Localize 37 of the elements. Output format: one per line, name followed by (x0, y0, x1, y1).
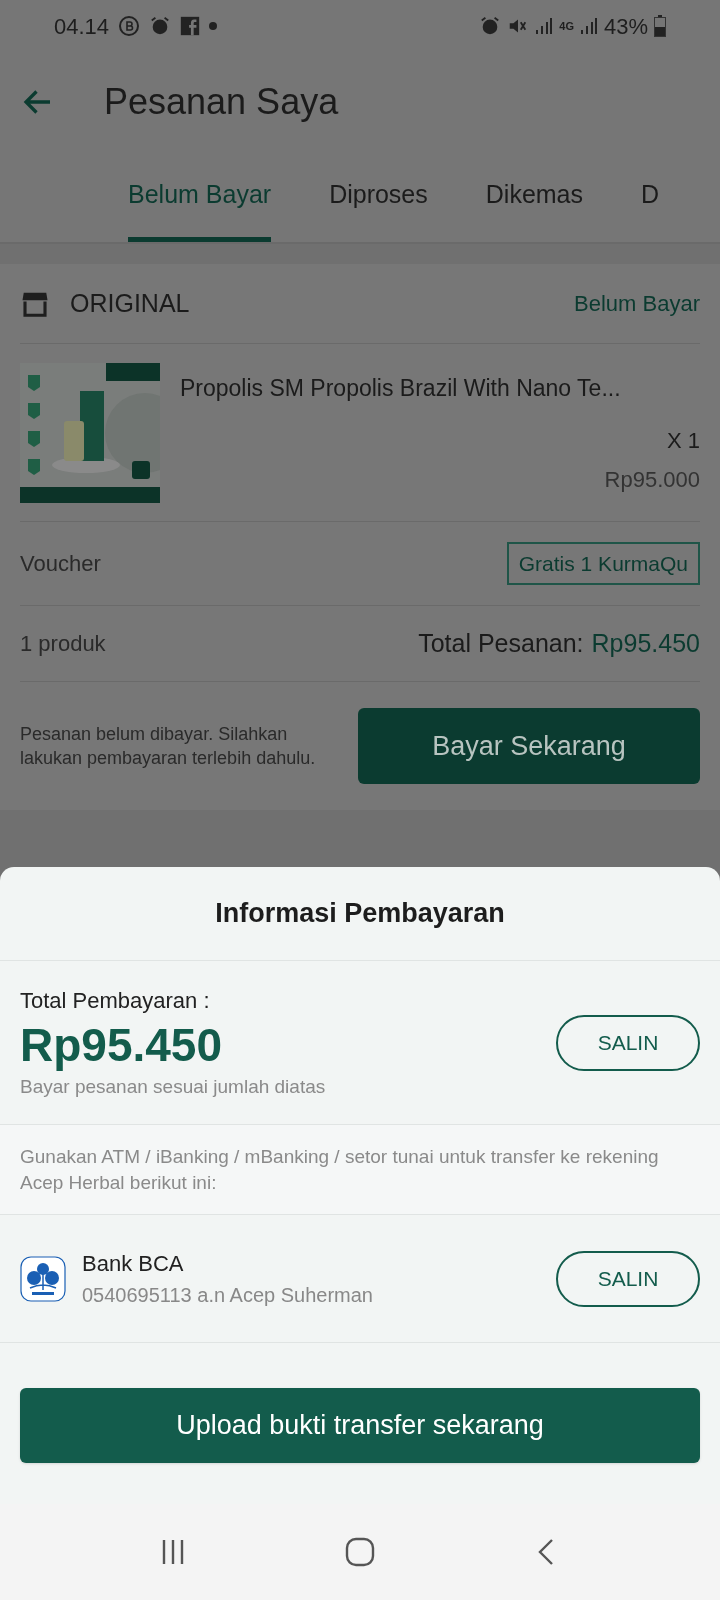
pay-now-button[interactable]: Bayar Sekarang (358, 708, 700, 784)
bank-logo-icon (20, 1255, 66, 1302)
clock-time: 04.14 (54, 12, 110, 41)
total-label: Total Pesanan: (418, 627, 584, 659)
upload-proof-button[interactable]: Upload bukti transfer sekarang (20, 1388, 700, 1463)
quantity: X 1 (666, 426, 700, 455)
home-icon[interactable] (345, 1537, 375, 1567)
signal-icon (579, 16, 598, 36)
payment-note: Pesanan belum dibayar. Silahkan lakukan pembayaran terlebih dahulu. (20, 723, 317, 770)
order-total: Rp95.450 (591, 627, 700, 659)
order-status: Belum Bayar (574, 290, 700, 318)
copy-button[interactable]: SALIN (556, 1250, 700, 1307)
total-payment-label: Total Pembayaran : (20, 986, 211, 1015)
voucher-tag: Gratis 1 KurmaQu (506, 541, 700, 586)
sheet-title: Informasi Pembayaran (215, 897, 505, 931)
payment-total: Rp95.450 (20, 1017, 223, 1073)
notification-dot-icon (209, 22, 218, 30)
payment-hint: Bayar pesanan sesuai jumlah diatas (20, 1074, 326, 1099)
copy-button[interactable]: SALIN (556, 1014, 700, 1071)
battery-percent: 43% (603, 12, 648, 41)
chat-icon (117, 14, 142, 38)
network-type: 4G (559, 20, 574, 32)
page-title: Pesanan Saya (104, 80, 339, 124)
product-name: Propolis SM Propolis Brazil With Nano Te... (180, 374, 622, 403)
tab[interactable]: Dikemas (485, 152, 584, 242)
tab[interactable]: Diproses (329, 152, 428, 242)
account-number: 0540695113 a.n Acep Suherman (82, 1283, 373, 1308)
battery-icon (654, 15, 666, 37)
facebook-icon (179, 15, 202, 37)
bank-name: Bank BCA (82, 1250, 185, 1278)
store-name: ORIGINAL (70, 287, 190, 319)
transfer-instruction: Gunakan ATM / iBanking / mBanking / setor tunai untuk transfer ke rekening Acep Herbal berikut ini: (20, 1144, 660, 1195)
product-price: Rp95.000 (604, 465, 700, 494)
signal-icon (535, 16, 554, 36)
tab[interactable]: D (641, 152, 660, 242)
voucher-label: Voucher (20, 550, 101, 578)
product-count: 1 produk (20, 630, 106, 658)
